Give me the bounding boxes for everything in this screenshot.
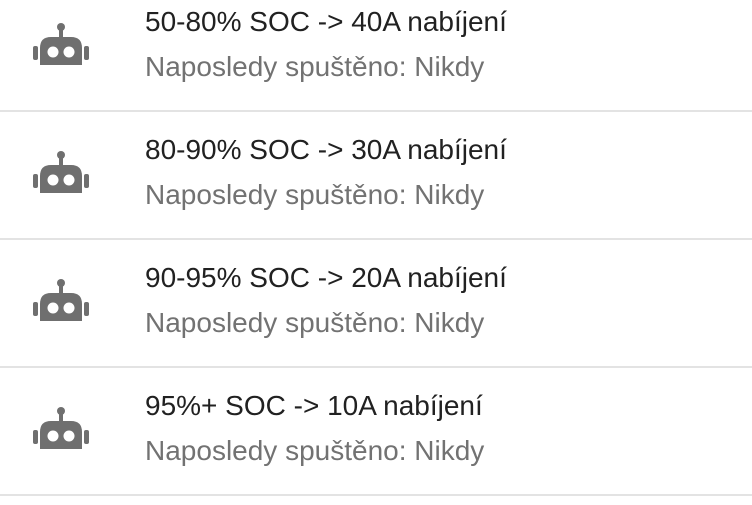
robot-icon	[33, 406, 89, 458]
automation-row[interactable]: 80-90% SOC -> 30A nabíjení Naposledy spu…	[0, 113, 752, 240]
automation-title: 95%+ SOC -> 10A nabíjení	[145, 390, 483, 421]
automation-list: 50-80% SOC -> 40A nabíjení Naposledy spu…	[0, 0, 752, 505]
automation-title: 80-90% SOC -> 30A nabíjení	[145, 134, 507, 165]
automation-last-run: Naposledy spuštěno: Nikdy	[145, 435, 485, 466]
robot-icon	[33, 278, 89, 330]
automation-title: 90-95% SOC -> 20A nabíjení	[145, 262, 507, 293]
automation-last-run: Naposledy spuštěno: Nikdy	[145, 179, 485, 210]
automation-title: 50-80% SOC -> 40A nabíjení	[145, 6, 507, 37]
automation-row[interactable]: 50-80% SOC -> 40A nabíjení Naposledy spu…	[0, 0, 752, 112]
automation-row[interactable]: 90-95% SOC -> 20A nabíjení Naposledy spu…	[0, 241, 752, 368]
robot-icon	[33, 150, 89, 202]
automation-last-run: Naposledy spuštěno: Nikdy	[145, 307, 485, 338]
robot-icon	[33, 22, 89, 74]
automation-last-run: Naposledy spuštěno: Nikdy	[145, 51, 485, 82]
automation-row[interactable]: 95%+ SOC -> 10A nabíjení Naposledy spušt…	[0, 369, 752, 496]
